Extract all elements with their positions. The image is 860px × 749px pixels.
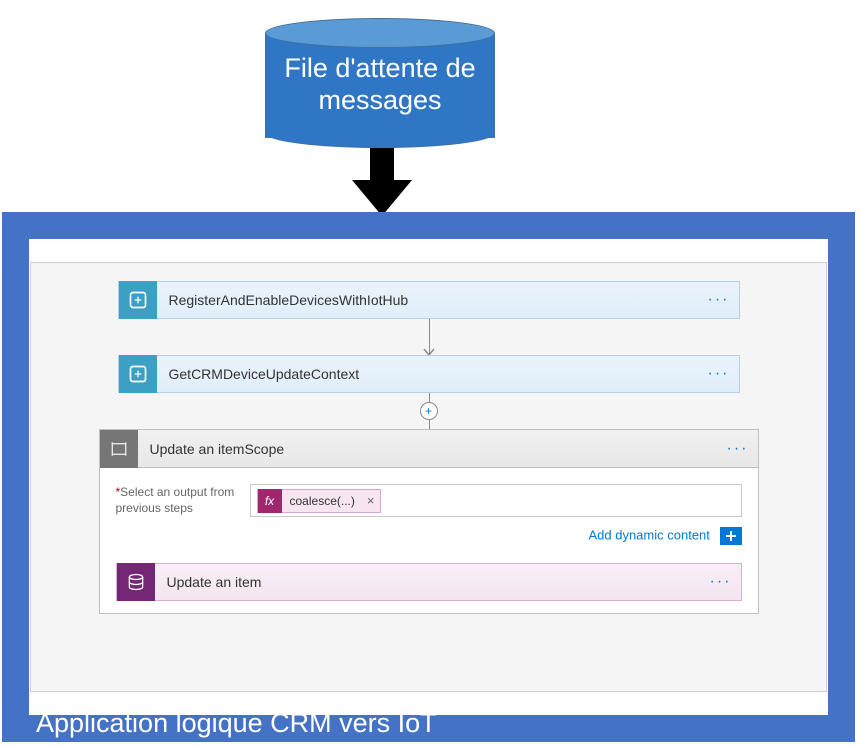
scope-menu-icon[interactable]: ··· <box>718 440 758 458</box>
scope-title: Update an itemScope <box>138 441 718 457</box>
workflow-action-icon <box>119 281 157 319</box>
remove-token-button[interactable]: × <box>361 493 381 508</box>
frame-label: Application logique CRM vers IoT <box>36 708 437 749</box>
expression-token[interactable]: fx coalesce(...) × <box>257 489 382 513</box>
token-label: coalesce(...) <box>282 494 361 508</box>
scope-icon <box>100 430 138 468</box>
logic-app-frame: RegisterAndEnableDevicesWithIotHub ··· G… <box>2 212 855 742</box>
scope-update-item: Update an itemScope ··· *Select an outpu… <box>99 429 759 614</box>
flow-arrow-icon <box>352 148 412 216</box>
cylinder-label: File d'attente de messages <box>265 52 495 117</box>
inner-action-title: Update an item <box>155 574 701 590</box>
add-step-button[interactable]: + <box>420 402 438 420</box>
output-selector-input[interactable]: fx coalesce(...) × <box>250 484 742 517</box>
action-title: RegisterAndEnableDevicesWithIotHub <box>157 292 699 308</box>
scope-header[interactable]: Update an itemScope ··· <box>100 430 758 468</box>
action-get-crm-context[interactable]: GetCRMDeviceUpdateContext ··· <box>118 355 740 393</box>
inner-action-menu-icon[interactable]: ··· <box>701 573 741 591</box>
add-dynamic-content-button[interactable] <box>720 527 742 545</box>
fx-icon: fx <box>258 489 282 513</box>
workflow-action-icon <box>119 355 157 393</box>
action-menu-icon[interactable]: ··· <box>699 365 739 383</box>
workflow-canvas: RegisterAndEnableDevicesWithIotHub ··· G… <box>30 262 827 692</box>
action-update-item[interactable]: Update an item ··· <box>116 563 742 601</box>
message-queue-cylinder: File d'attente de messages <box>265 18 495 150</box>
action-menu-icon[interactable]: ··· <box>699 291 739 309</box>
database-icon <box>117 563 155 601</box>
add-dynamic-content-link[interactable]: Add dynamic content <box>588 527 709 542</box>
connector <box>118 319 740 355</box>
action-register-devices[interactable]: RegisterAndEnableDevicesWithIotHub ··· <box>118 281 740 319</box>
connector-with-add: + <box>118 393 740 429</box>
field-label: *Select an output from previous steps <box>116 484 236 516</box>
action-title: GetCRMDeviceUpdateContext <box>157 366 699 382</box>
